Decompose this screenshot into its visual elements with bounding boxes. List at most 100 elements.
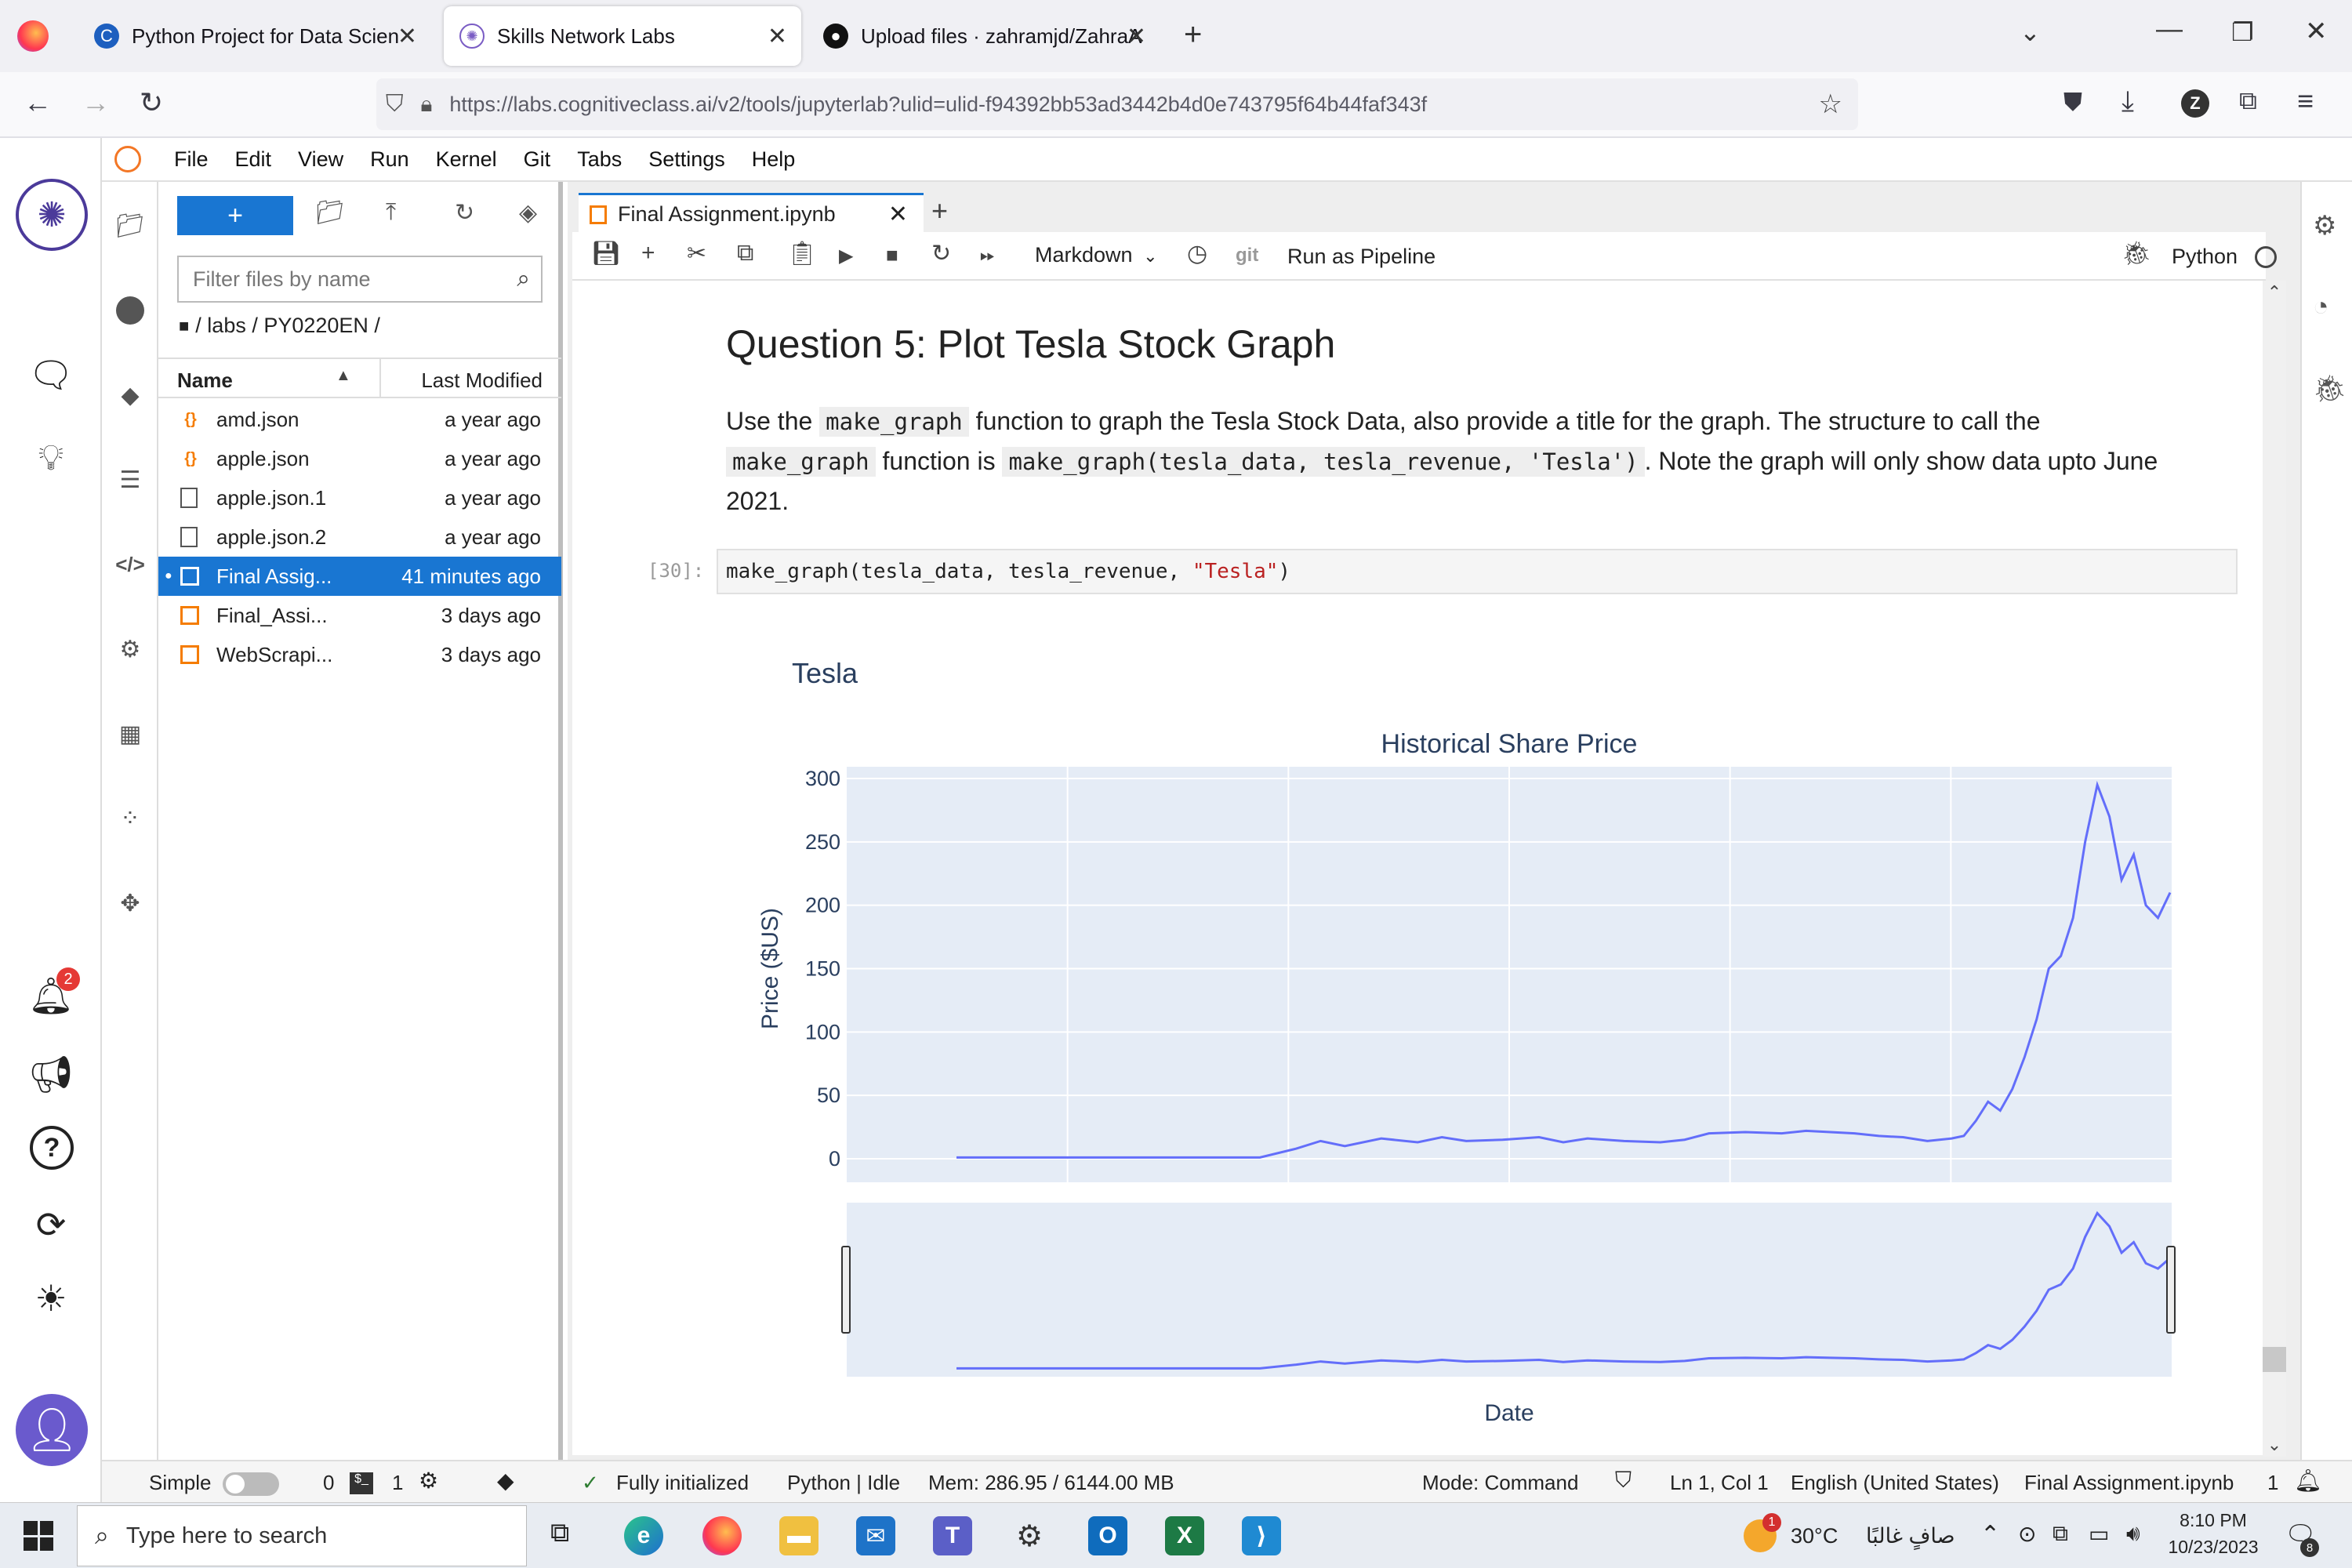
excel-icon[interactable]: X [1165,1516,1204,1555]
menu-help[interactable]: Help [752,147,796,172]
reload-icon[interactable]: ↻ [140,86,163,119]
upload-icon[interactable]: ⤒ [386,199,396,226]
minimize-button[interactable]: — [2156,14,2183,45]
mail-icon[interactable]: ✉ [856,1516,895,1555]
file-name[interactable]: apple.json [216,447,310,471]
notebook-scrollbar[interactable]: ⌃ ⌄ [2263,281,2286,1457]
file-explorer-icon[interactable]: ▬ [779,1516,818,1555]
help-icon[interactable]: ? [30,1126,74,1170]
scroll-up-arrow-icon[interactable]: ⌃ [2263,282,2286,303]
gauge-icon[interactable]: ◔ [2313,292,2329,322]
folder-icon[interactable]: ■ [179,316,189,336]
git-icon[interactable]: ◆ [113,378,147,412]
git-label[interactable]: git [1236,245,1258,267]
file-row[interactable]: apple.json.2 a year ago [158,517,561,557]
menu-git[interactable]: Git [524,147,551,172]
file-name[interactable]: Final Assig... [216,564,332,589]
close-icon[interactable]: ✕ [888,201,908,228]
tray-volume-icon[interactable]: 🔊︎ [2126,1521,2140,1547]
file-name[interactable]: apple.json.1 [216,486,326,510]
language-indicator[interactable]: English (United States) [1791,1471,1999,1495]
restore-button[interactable]: ❐ [2231,17,2254,47]
file-row[interactable]: {} apple.json a year ago [158,439,561,478]
cell-type-select[interactable]: Markdown ⌄ [1035,243,1158,267]
menu-settings[interactable]: Settings [648,147,725,172]
debugger-icon[interactable]: 🐞︎ [2313,373,2347,405]
shield-icon[interactable]: ⛉ [386,91,404,118]
url-text[interactable]: https://labs.cognitiveclass.ai/v2/tools/… [449,93,1427,117]
new-tab-button[interactable]: + [1184,17,1202,53]
firefox-icon[interactable] [702,1516,742,1555]
debugger-bug-icon[interactable]: 🐞︎ [2122,240,2151,267]
git-clone-icon[interactable]: ◈ [519,199,537,227]
kernel-name[interactable]: Python [2172,245,2238,269]
clock-icon[interactable]: ◷ [1187,240,1207,267]
sort-caret-icon[interactable]: ▲ [336,367,351,385]
run-as-pipeline-button[interactable]: Run as Pipeline [1287,245,1436,269]
restart-run-all-icon[interactable]: ⏩︎ [980,245,995,267]
bell-icon[interactable]: 🔔︎ [2294,1468,2322,1494]
menu-file[interactable]: File [174,147,209,172]
tab-skills-network[interactable]: ✺ Skills Network Labs ✕ [444,6,801,66]
table-of-contents-icon[interactable]: ☰ [113,463,147,497]
cut-icon[interactable]: ✂ [687,240,706,267]
puzzle-icon[interactable]: ✥ [113,886,147,920]
windows-start-icon[interactable] [24,1521,53,1551]
kernel-state[interactable]: Python | Idle [787,1471,900,1495]
stock-chart[interactable]: 0 50 100 150 200 250 300 Price ($US) [706,753,2234,1443]
tab-upload-files[interactable]: ● Upload files · zahramjd/ZahraAl ✕ [808,6,1160,66]
code-icon[interactable]: </> [113,547,147,582]
settings-gear-icon[interactable]: ⚙ [1010,1516,1049,1555]
vscode-icon[interactable]: ⟩ [1242,1516,1281,1555]
taskbar-date[interactable]: 10/23/2023 [2161,1537,2266,1558]
stop-icon[interactable]: ■ [886,243,898,267]
copy-icon[interactable]: ⧉ [737,240,753,267]
insert-cell-icon[interactable]: + [641,240,655,267]
terminals-count[interactable]: 0 [323,1471,334,1495]
download-icon[interactable]: ⤓ [2122,85,2134,118]
folder-icon[interactable]: 📁︎ [113,209,147,243]
taskbar-search-box[interactable]: ⌕ Type here to search [77,1505,527,1566]
outlook-icon[interactable]: O [1088,1516,1127,1555]
tray-chevron-up-icon[interactable]: ⌃ [1980,1521,2000,1548]
account-avatar[interactable]: Z [2181,89,2209,118]
tray-battery-icon[interactable]: ▭ [2089,1521,2109,1547]
restart-icon[interactable]: ↻ [931,240,951,267]
file-row[interactable]: {} amd.json a year ago [158,400,561,439]
tray-network-icon[interactable]: ⧉ [2053,1521,2068,1547]
megaphone-icon[interactable]: 📢︎ [27,1051,74,1098]
new-launcher-tab-button[interactable]: + [931,194,948,227]
weather-description[interactable]: صافٍ غالبًا [1866,1524,1955,1548]
weather-temp[interactable]: 30°C [1791,1524,1838,1548]
tab-list-chevron-icon[interactable]: ⌄ [2020,17,2041,47]
forward-arrow-icon[interactable]: → [82,86,110,119]
cell-type-value[interactable]: Markdown [1035,243,1133,267]
skills-network-logo-icon[interactable]: ✺ [16,179,88,251]
menu-tabs[interactable]: Tabs [577,147,622,172]
lsp-status-text[interactable]: Fully initialized [616,1471,749,1495]
scroll-thumb[interactable] [2263,1347,2286,1372]
breadcrumb-path[interactable]: / labs / PY0220EN / [195,314,380,338]
task-view-icon[interactable]: ⧉ [550,1518,569,1548]
cursor-position[interactable]: Ln 1, Col 1 [1670,1471,1769,1495]
running-stop-icon[interactable] [113,293,147,328]
new-launcher-button[interactable]: + [177,196,293,235]
menu-view[interactable]: View [298,147,343,172]
close-window-button[interactable]: ✕ [2305,16,2328,47]
run-icon[interactable]: ▶ [839,245,853,267]
pocket-icon[interactable]: ⛊ [2063,88,2082,118]
kernel-chip-icon[interactable]: ⚙ [419,1468,438,1494]
close-icon[interactable]: ✕ [768,23,787,50]
trust-shield-icon[interactable]: ⛉ [1615,1468,1632,1494]
file-name[interactable]: amd.json [216,408,299,432]
file-name[interactable]: apple.json.2 [216,525,326,550]
code-cell-input[interactable]: make_graph(tesla_data, tesla_revenue, "T… [717,549,2238,594]
chevron-down-icon[interactable]: ⌄ [1143,246,1157,266]
theme-sun-icon[interactable]: ☀ [27,1275,74,1322]
property-inspector-icon[interactable]: ⚙ [2313,210,2336,241]
git-status-icon[interactable]: ◆ [497,1468,514,1494]
close-icon[interactable]: ✕ [397,23,417,50]
tab-python-project[interactable]: C Python Project for Data Science ✕ [78,6,431,66]
extension-data-icon[interactable]: ▦ [113,717,147,751]
back-arrow-icon[interactable]: ← [24,86,52,119]
